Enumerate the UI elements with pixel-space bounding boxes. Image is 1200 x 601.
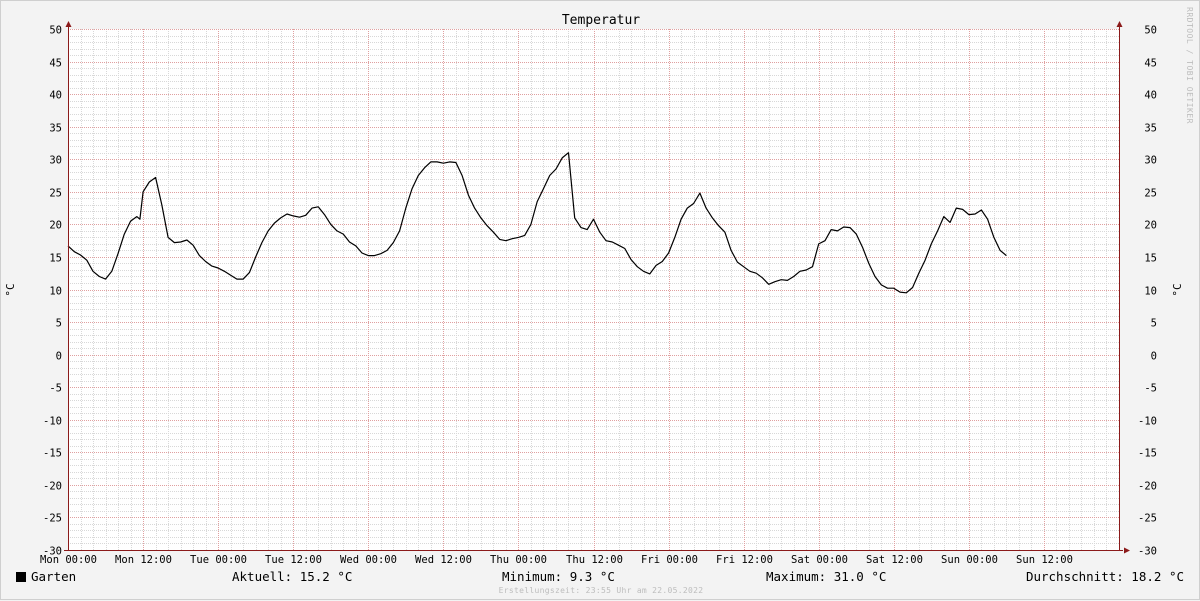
x-tick-label: Mon 12:00 <box>115 554 172 566</box>
y-tick-label-left: 5 <box>56 318 62 330</box>
x-tick-label: Wed 12:00 <box>415 554 472 566</box>
y-tick-label-right: 50 <box>1144 25 1157 37</box>
y-tick-label-left: -10 <box>43 416 62 428</box>
legend-swatch <box>16 572 26 582</box>
x-tick-label: Sat 12:00 <box>866 554 923 566</box>
x-tick-label: Mon 00:00 <box>40 554 97 566</box>
legend-label: Garten <box>31 569 77 584</box>
x-tick-label: Sat 00:00 <box>791 554 848 566</box>
y-tick-label-left: 45 <box>49 58 62 70</box>
y-tick-label-right: -10 <box>1138 416 1157 428</box>
x-tick-label: Sun 12:00 <box>1016 554 1073 566</box>
y-tick-label-right: 0 <box>1151 351 1157 363</box>
y-tick-label-right: 10 <box>1144 286 1157 298</box>
plot-area <box>68 29 1119 550</box>
y-tick-label-right: 25 <box>1144 188 1157 200</box>
y-tick-label-left: 10 <box>49 286 62 298</box>
y-axis-left-arrow <box>65 21 72 27</box>
y-tick-label-right: 5 <box>1151 318 1157 330</box>
x-tick-label: Sun 00:00 <box>941 554 998 566</box>
y-tick-label-right: -30 <box>1138 546 1157 558</box>
y-axis-right-ticks: 50454035302520151050-5-10-15-20-25-30 <box>1138 25 1157 558</box>
y-tick-label-right: -5 <box>1144 383 1157 395</box>
chart-title: Temperatur <box>562 13 640 28</box>
x-tick-label: Tue 00:00 <box>190 554 247 566</box>
y-tick-label-right: 45 <box>1144 58 1157 70</box>
chart-frame: Temperatur 50 45 40 35 30 25 20 15 10 5 0 -5 -10 -15-… <box>0 0 1200 600</box>
y-tick-label-right: 40 <box>1144 90 1157 102</box>
y-tick-label-right: 15 <box>1144 253 1157 265</box>
y-tick-label-left: -5 <box>49 383 62 395</box>
y-tick-label-right: -25 <box>1138 513 1157 525</box>
x-tick-label: Fri 00:00 <box>641 554 698 566</box>
y-tick-label-left: 15 <box>49 253 62 265</box>
creation-time: Erstellungszeit: 23:55 Uhr am 22.05.2022 <box>498 586 704 595</box>
stat-maximum: Maximum: 31.0 °C <box>766 569 887 584</box>
x-tick-label: Tue 12:00 <box>265 554 322 566</box>
stat-minimum: Minimum: 9.3 °C <box>502 569 615 584</box>
x-axis-ticks: Mon 00:00 Mon 12:00 Tue 00:00 Tue 12:00 Wed … <box>40 554 1073 566</box>
y-tick-label-right: 20 <box>1144 220 1157 232</box>
x-tick-label: Thu 00:00 <box>490 554 547 566</box>
stat-current: Aktuell: 15.2 °C <box>232 569 353 584</box>
y-tick-label-left: 35 <box>49 123 62 135</box>
y-axis-right-arrow <box>1116 21 1123 27</box>
y-tick-label-left: 20 <box>49 220 62 232</box>
x-tick-label: Wed 00:00 <box>340 554 397 566</box>
y-tick-label-right: 30 <box>1144 155 1157 167</box>
y-tick-label-right: 35 <box>1144 123 1157 135</box>
y-axis-left-ticks: 50454035302520151050-5-10-15-20-25-30 <box>43 25 62 558</box>
y-tick-label-left: 40 <box>49 90 62 102</box>
y-tick-label-left: -15 <box>43 448 62 460</box>
y-tick-label-right: -20 <box>1138 481 1157 493</box>
y-tick-label-right: -15 <box>1138 448 1157 460</box>
x-axis-arrow <box>1124 547 1130 554</box>
stat-average: Durchschnitt: 18.2 °C <box>1025 569 1184 584</box>
y-tick-label-left: 25 <box>49 188 62 200</box>
y-tick-label-left: 50 <box>49 25 62 37</box>
y-axis-label-right: °C <box>1171 283 1184 296</box>
rrdtool-watermark: RRDTOOL / TOBI OETIKER <box>1185 7 1194 124</box>
x-tick-label: Fri 12:00 <box>716 554 773 566</box>
y-tick-label-left: -20 <box>43 481 62 493</box>
x-tick-label: Thu 12:00 <box>566 554 623 566</box>
y-tick-label-left: -25 <box>43 513 62 525</box>
y-tick-label-left: 0 <box>56 351 62 363</box>
temperature-chart: Temperatur 50454035302520151050-5-10-15-… <box>4 13 1184 566</box>
legend-entry-garten: Garten <box>16 569 76 584</box>
y-axis-label-left: °C <box>4 283 17 296</box>
y-tick-label-left: 30 <box>49 155 62 167</box>
